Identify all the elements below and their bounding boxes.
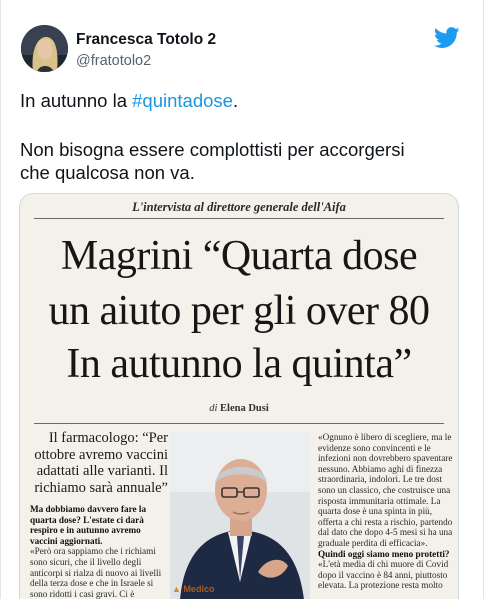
hashtag-link[interactable]: #quintadose [132, 90, 233, 111]
divider [34, 218, 444, 219]
headline-line-1: Magrini “Quarta dose [60, 233, 418, 279]
tweet-text-line-3: che qualcosa non va. [20, 162, 195, 183]
interview-question: Ma dobbiamo davvero fare la quarta dose?… [30, 504, 147, 546]
interview-answer: «L'età media di chi muore di Covid dopo … [318, 559, 449, 591]
avatar[interactable] [21, 25, 68, 72]
article-photo [170, 432, 310, 599]
byline-author: Elena Dusi [220, 403, 269, 414]
article-column-right: «Ognuno è libero di scegliere, ma le evi… [318, 432, 454, 599]
tweet-text-line-2: Non bisogna essere complottisti per acco… [20, 139, 405, 160]
tweet-text-punct: . [232, 90, 239, 111]
portrait-image [170, 432, 310, 599]
author-name[interactable]: Francesca Totolo 2 [76, 31, 216, 49]
tweet-media-image[interactable]: L'intervista al direttore generale dell'… [19, 193, 459, 599]
tweet-card: Francesca Totolo 2 @fratotolo2 In autunn… [0, 0, 484, 599]
subheadline: Il farmacologo: “Per ottobre avremo vacc… [30, 430, 168, 496]
byline-prefix: di [209, 403, 218, 414]
profile-photo [21, 25, 68, 72]
subheadline-line: adattati alle varianti. Il [36, 463, 168, 479]
tweet-text-line-1: In autunno la #quintadose. [20, 89, 238, 112]
author-handle[interactable]: @fratotolo2 [76, 53, 151, 69]
interview-answer: «Però ora sappiamo che i richiami sono s… [30, 546, 162, 599]
divider [34, 423, 444, 424]
caption-arrow-icon: ▲ [172, 584, 181, 594]
twitter-bird-icon[interactable] [434, 27, 460, 49]
headline-line-3: In autunno la quinta” [66, 341, 412, 387]
byline: di Elena Dusi [20, 403, 458, 414]
article-kicker: L'intervista al direttore generale dell'… [132, 200, 346, 214]
photo-caption: ▲ Medico [172, 584, 214, 594]
subheadline-line: ottobre avremo vaccini [34, 446, 168, 463]
subheadline-line: richiamo sarà annuale” [34, 479, 168, 496]
subheadline-line: Il farmacologo: “Per [48, 430, 168, 446]
interview-question: Quindi oggi siamo meno protetti? [318, 548, 450, 559]
interview-answer: «Ognuno è libero di scegliere, ma le evi… [318, 432, 453, 548]
article-column-left: Ma dobbiamo davvero fare la quarta dose?… [30, 504, 168, 599]
headline-line-2: un aiuto per gli over 80 [48, 288, 430, 334]
caption-label: Medico [183, 584, 215, 594]
tweet-text: In autunno la [20, 90, 133, 111]
